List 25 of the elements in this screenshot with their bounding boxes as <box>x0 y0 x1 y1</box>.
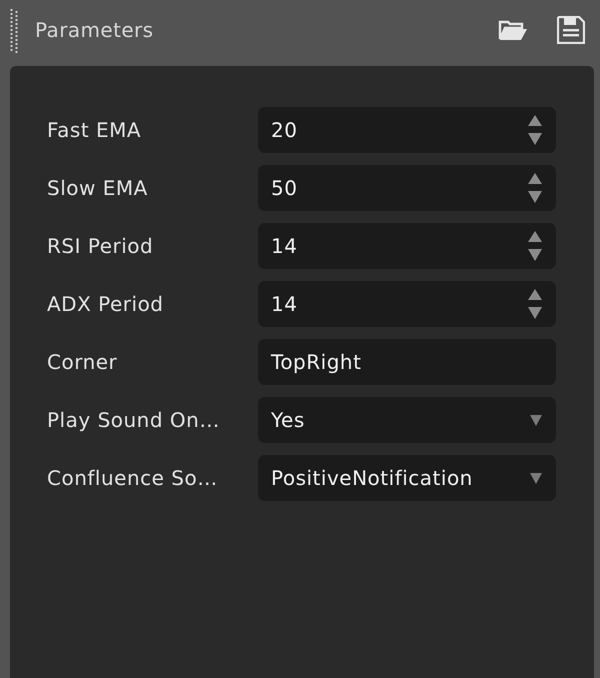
spinner-arrows-icon[interactable] <box>528 289 542 319</box>
field-label: RSI Period <box>47 234 154 258</box>
dropdown-caret-icon[interactable] <box>530 414 542 426</box>
save-icon <box>557 16 585 44</box>
number-input[interactable]: 50 <box>258 165 556 211</box>
spinner-arrows-icon[interactable] <box>528 173 542 203</box>
dropdown-caret-icon[interactable] <box>530 472 542 484</box>
field-label: Play Sound On… <box>47 408 221 432</box>
number-input[interactable]: 20 <box>258 107 556 153</box>
field-label: Confluence So… <box>47 466 219 490</box>
drag-handle-icon[interactable] <box>10 9 18 53</box>
spinner-arrows-icon[interactable] <box>528 231 542 261</box>
folder-icon <box>498 19 528 41</box>
number-input[interactable]: 14 <box>258 223 556 269</box>
spinner-arrows-icon[interactable] <box>528 115 542 145</box>
dropdown-field[interactable]: Yes <box>258 397 556 443</box>
text-input[interactable]: TopRight <box>258 339 556 385</box>
field-label: Fast EMA <box>47 118 142 142</box>
field-label: Slow EMA <box>47 176 149 200</box>
dropdown-field[interactable]: PositiveNotification <box>258 455 556 501</box>
field-label: ADX Period <box>47 292 165 316</box>
field-label: Corner <box>47 350 118 374</box>
number-input[interactable]: 14 <box>258 281 556 327</box>
panel-title: Parameters <box>35 18 154 42</box>
save-button[interactable] <box>556 16 586 44</box>
